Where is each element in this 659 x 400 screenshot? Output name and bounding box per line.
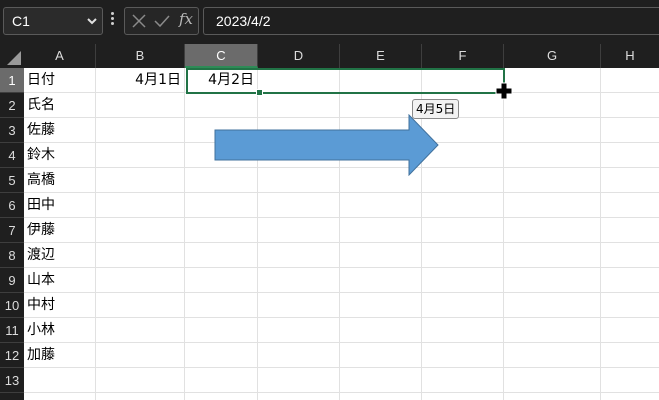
formula-bar-area: C1 fx 2023/4/2: [0, 0, 659, 44]
cell-a8[interactable]: 渡辺: [24, 243, 55, 267]
row-header-4[interactable]: 4: [0, 143, 24, 168]
cell-a11[interactable]: 小林: [24, 318, 55, 342]
fill-cross-cursor-icon: [495, 82, 513, 100]
row-header-11[interactable]: 11: [0, 318, 24, 343]
fill-selection-range: [186, 68, 505, 94]
row-header-9[interactable]: 9: [0, 268, 24, 293]
row-header-3[interactable]: 3: [0, 118, 24, 143]
cell-a9[interactable]: 山本: [24, 268, 55, 292]
cancel-icon[interactable]: [131, 13, 147, 29]
gridline: [24, 192, 659, 193]
name-box-value: C1: [12, 13, 30, 29]
column-header-b[interactable]: B: [96, 44, 185, 68]
insert-function-icon[interactable]: fx: [179, 10, 193, 28]
row-header-2[interactable]: 2: [0, 93, 24, 118]
column-header-c[interactable]: C: [185, 44, 258, 68]
row-header-6[interactable]: 6: [0, 193, 24, 218]
gridline: [24, 292, 659, 293]
row-header-13[interactable]: 13: [0, 368, 24, 393]
name-box[interactable]: C1: [3, 7, 103, 35]
select-all-icon[interactable]: [0, 44, 24, 68]
gridline: [24, 367, 659, 368]
formula-input-value: 2023/4/2: [216, 13, 271, 29]
cell-b1[interactable]: 4月1日: [96, 68, 184, 92]
column-header-g[interactable]: G: [504, 44, 601, 68]
gridline: [24, 242, 659, 243]
cell-a5[interactable]: 高橋: [24, 168, 55, 192]
row-header-5[interactable]: 5: [0, 168, 24, 193]
row-header-7[interactable]: 7: [0, 218, 24, 243]
row-header-12[interactable]: 12: [0, 343, 24, 368]
gridline: [24, 217, 659, 218]
row-header-8[interactable]: 8: [0, 243, 24, 268]
column-header-d[interactable]: D: [258, 44, 340, 68]
column-header-a[interactable]: A: [24, 44, 96, 68]
gridline: [24, 267, 659, 268]
cell-a1[interactable]: 日付: [24, 68, 55, 92]
cell-a10[interactable]: 中村: [24, 293, 55, 317]
enter-check-icon[interactable]: [153, 13, 171, 29]
fill-handle[interactable]: [256, 89, 263, 96]
column-header-e[interactable]: E: [340, 44, 422, 68]
gridline: [24, 342, 659, 343]
more-dots-icon[interactable]: [110, 10, 114, 34]
cell-a12[interactable]: 加藤: [24, 343, 55, 367]
row-header-1[interactable]: 1: [0, 68, 24, 93]
row-header-bar: 1 2 3 4 5 6 7 8 9 10 11 12 13: [0, 68, 24, 400]
cell-a6[interactable]: 田中: [24, 193, 55, 217]
chevron-down-icon[interactable]: [86, 17, 98, 26]
cell-a3[interactable]: 佐藤: [24, 118, 55, 142]
formula-input[interactable]: 2023/4/2: [203, 7, 659, 35]
column-header-h[interactable]: H: [601, 44, 659, 68]
cell-a2[interactable]: 氏名: [24, 93, 55, 117]
formula-buttons: fx: [124, 7, 199, 35]
gridline: [24, 317, 659, 318]
row-header-10[interactable]: 10: [0, 293, 24, 318]
cell-a4[interactable]: 鈴木: [24, 143, 55, 167]
cell-a7[interactable]: 伊藤: [24, 218, 55, 242]
gridline: [24, 392, 659, 393]
right-arrow-shape[interactable]: [214, 114, 440, 176]
column-header-f[interactable]: F: [422, 44, 504, 68]
column-header-bar: A B C D E F G H: [0, 44, 659, 68]
worksheet-grid[interactable]: 日付 4月1日 4月2日 氏名 佐藤 鈴木 高橋 田中 伊藤 渡辺 山本 中村 …: [24, 68, 659, 400]
